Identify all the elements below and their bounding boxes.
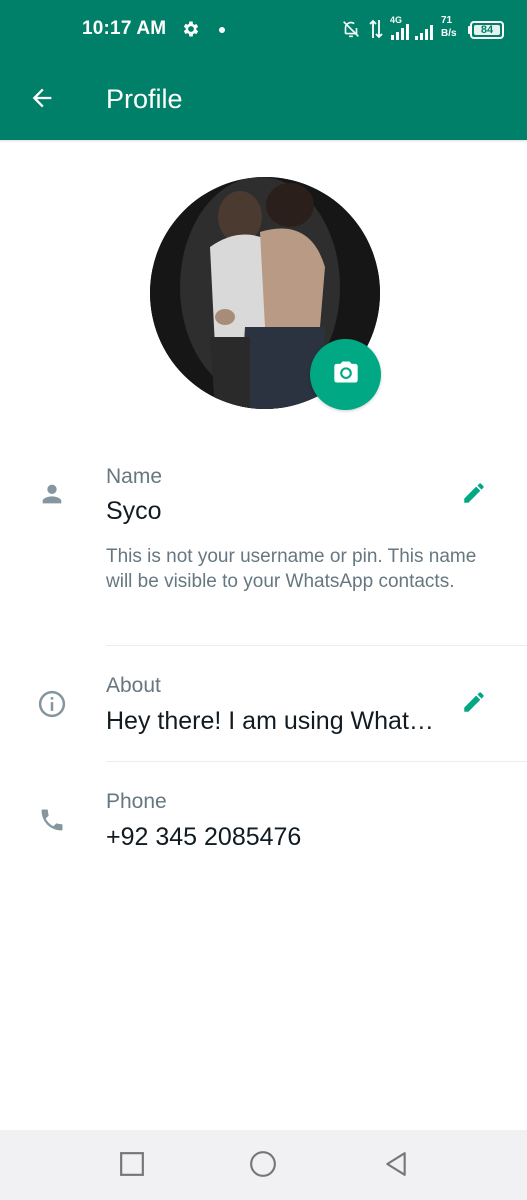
edit-name-button[interactable] xyxy=(456,477,492,513)
signal-icon xyxy=(390,24,412,40)
network-speed: 71 B/s xyxy=(441,14,457,40)
speed-value: 71 xyxy=(441,15,453,26)
home-circle-icon xyxy=(249,1150,277,1183)
battery-icon: 84 xyxy=(470,21,504,39)
name-value[interactable]: Syco xyxy=(106,497,162,526)
about-value[interactable]: Hey there! I am using What… xyxy=(106,707,434,736)
back-triangle-icon xyxy=(383,1151,409,1182)
data-arrows-icon xyxy=(368,18,384,40)
signal-icon-secondary xyxy=(414,24,436,40)
app-bar-shadow xyxy=(0,140,527,143)
gear-icon xyxy=(181,19,201,39)
about-label: About xyxy=(106,674,161,697)
divider xyxy=(106,761,527,762)
back-button[interactable] xyxy=(22,80,62,120)
home-button[interactable] xyxy=(247,1150,279,1182)
person-icon xyxy=(36,478,68,510)
app-bar: Profile xyxy=(0,60,527,140)
status-time: 10:17 AM xyxy=(82,18,167,39)
phone-icon xyxy=(36,804,68,836)
change-photo-button[interactable] xyxy=(310,339,381,410)
info-icon xyxy=(36,688,68,720)
divider xyxy=(106,645,527,646)
camera-icon xyxy=(332,358,360,391)
pencil-icon xyxy=(461,689,487,720)
name-helper-text: This is not your username or pin. This n… xyxy=(106,546,477,592)
status-bar: 10:17 AM 4G 71 B/s 84 xyxy=(0,0,527,60)
phone-value[interactable]: +92 345 2085476 xyxy=(106,823,301,852)
pencil-icon xyxy=(461,480,487,511)
arrow-left-icon xyxy=(28,84,56,117)
system-nav-bar xyxy=(0,1130,527,1200)
notification-dot xyxy=(219,27,225,33)
edit-about-button[interactable] xyxy=(456,686,492,722)
phone-label: Phone xyxy=(106,790,167,813)
bell-off-icon xyxy=(340,18,362,40)
back-nav-button[interactable] xyxy=(380,1150,412,1182)
recents-button[interactable] xyxy=(116,1150,148,1182)
page-title: Profile xyxy=(106,84,183,114)
speed-unit: B/s xyxy=(441,28,457,39)
recents-square-icon xyxy=(119,1151,145,1182)
name-label: Name xyxy=(106,465,163,488)
battery-level: 84 xyxy=(480,24,494,36)
